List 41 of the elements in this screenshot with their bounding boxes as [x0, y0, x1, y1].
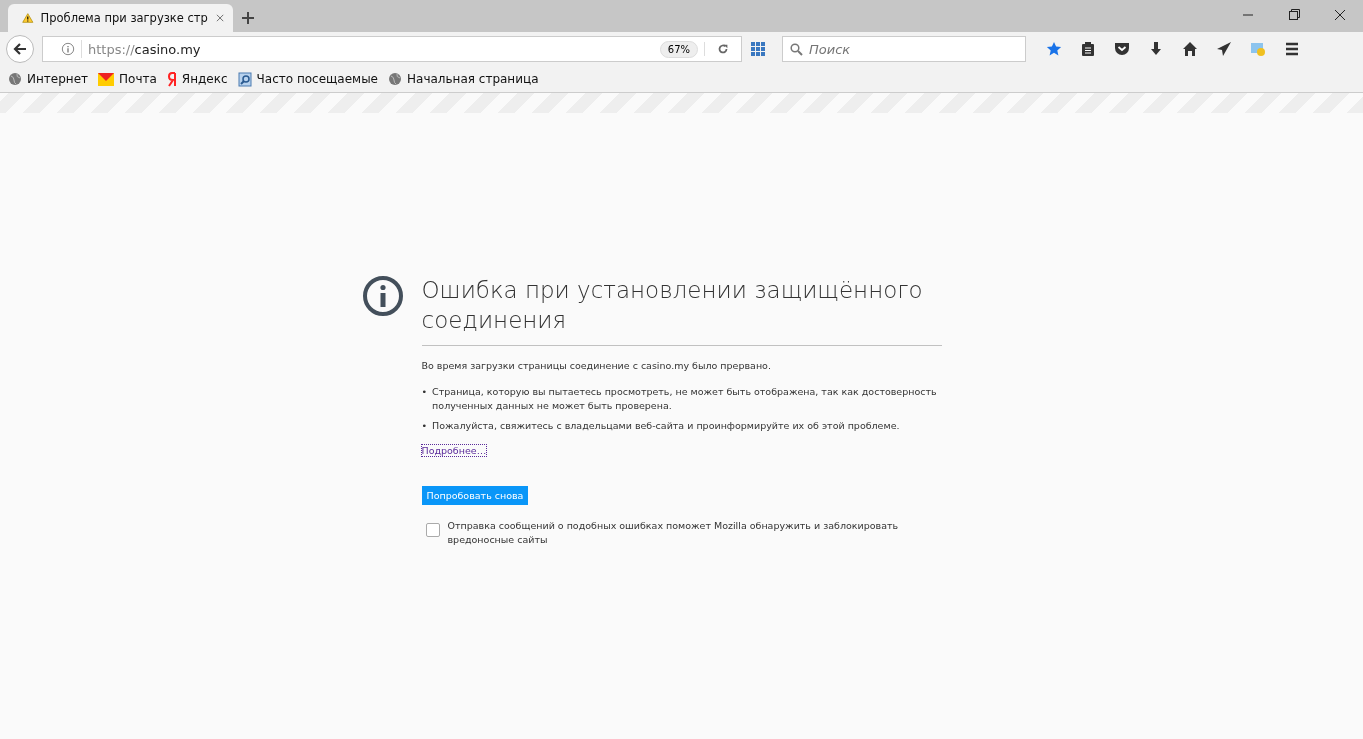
home-icon[interactable]: [1182, 41, 1198, 57]
url-host: casino.my: [134, 41, 201, 57]
bullet-marker: •: [421, 385, 428, 399]
bookmark-link[interactable]: Начальная страница: [407, 72, 539, 86]
pocket-icon[interactable]: [1114, 41, 1130, 57]
error-intro: Во время загрузки страницы соединение с casino.my было прервано.: [421, 360, 772, 371]
back-arrow-icon: [13, 42, 27, 56]
envelope-icon: [98, 72, 115, 86]
letter-logo-icon: [166, 71, 177, 87]
report-checkbox[interactable]: [425, 523, 440, 537]
warning-icon: [22, 11, 34, 25]
plus-icon[interactable]: [240, 10, 256, 26]
bookmark-link[interactable]: Яндекс: [181, 72, 228, 86]
bullet-marker: •: [421, 419, 428, 433]
menu-icon[interactable]: [1284, 41, 1300, 57]
reload-icon[interactable]: [716, 42, 730, 56]
info-icon[interactable]: [61, 42, 75, 56]
report-label: Отправка сообщений о подобных ошибках поможет Mozilla обнаружить и заблокировать вредоносные сайты: [447, 519, 900, 547]
error-title: Ошибка при установлении защищённого соединения: [421, 276, 924, 335]
grid-icon[interactable]: [750, 41, 766, 57]
url-scheme: https://: [88, 41, 135, 57]
magnifier-page-icon: [237, 71, 252, 87]
zoom-level-badge[interactable]: 67%: [659, 40, 698, 58]
star-icon[interactable]: [1046, 41, 1062, 57]
info-icon: [361, 275, 404, 317]
back-button[interactable]: [6, 35, 34, 63]
error-reason: Страница, которую вы пытаетесь просмотреть, не может быть отображена, так как достоверность полученных данных не может быть проверена.: [432, 385, 938, 413]
bookmark-link[interactable]: Интернет: [27, 72, 89, 86]
address-bar[interactable]: https://casino.my 67%: [42, 36, 742, 62]
bookmark-link[interactable]: Часто посещаемые: [256, 72, 378, 86]
error-reason: Пожалуйста, свяжитесь с владельцами веб-сайта и проинформируйте их об этой проблеме.: [432, 419, 901, 433]
globe-icon: [8, 72, 22, 86]
clipboard-list-icon[interactable]: [1080, 41, 1096, 57]
bookmark-link[interactable]: Почта: [119, 72, 157, 86]
search-icon: [790, 43, 803, 56]
download-icon[interactable]: [1148, 41, 1164, 57]
globe-icon: [388, 72, 402, 86]
browser-tab[interactable]: Проблема при загрузке стр: [8, 4, 233, 32]
details-link[interactable]: Подробнее…: [421, 445, 487, 456]
search-field[interactable]: Поиск: [782, 36, 1026, 62]
paper-plane-icon[interactable]: [1216, 41, 1232, 57]
